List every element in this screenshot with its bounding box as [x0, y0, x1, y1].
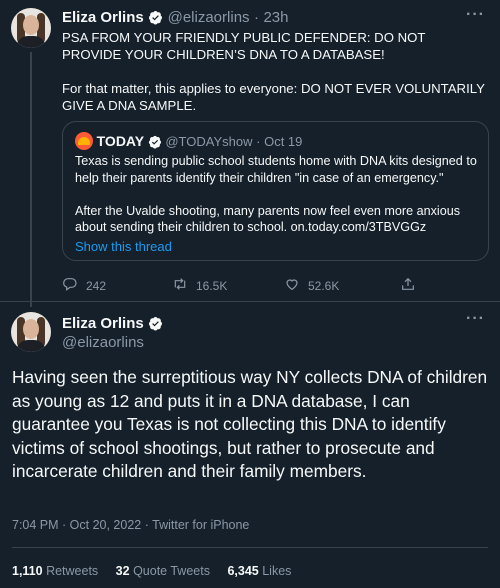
likes-label: Likes: [262, 564, 292, 578]
tweet-parent[interactable]: Eliza Orlins @elizaorlins · 23h ··· PSA …: [0, 0, 500, 307]
likes-count: 6,345: [227, 564, 259, 578]
retweet-button[interactable]: 16.5K: [172, 276, 227, 295]
separator-dot: ·: [256, 134, 261, 149]
quotes-stat[interactable]: 32 Quote Tweets: [116, 564, 210, 578]
reply-button[interactable]: 242: [62, 276, 106, 295]
more-options-icon[interactable]: ···: [466, 310, 485, 328]
quoted-author-name: TODAY: [96, 133, 145, 149]
author-name[interactable]: Eliza Orlins: [62, 315, 144, 332]
quoted-paragraph: Texas is sending public school students …: [75, 154, 477, 185]
quoted-tweet-header: TODAY @TODAYshow · Oct 19: [75, 132, 302, 152]
author-name-row: Eliza Orlins: [62, 315, 163, 336]
verified-badge-icon: [148, 316, 163, 336]
quoted-tweet-date: Oct 19: [264, 134, 303, 149]
avatar[interactable]: [11, 312, 51, 352]
author-handle[interactable]: @elizaorlins: [168, 9, 250, 26]
tweet-paragraph: For that matter, this applies to everyon…: [62, 81, 485, 113]
like-count: 52.6K: [308, 278, 340, 293]
retweets-stat[interactable]: 1,110 Retweets: [12, 564, 98, 578]
retweet-count: 16.5K: [196, 278, 228, 293]
likes-stat[interactable]: 6,345 Likes: [227, 564, 291, 578]
show-thread-link[interactable]: Show this thread: [75, 239, 172, 254]
tweet-stats: 1,110 Retweets 32 Quote Tweets 6,345 Lik…: [12, 564, 305, 578]
stats-divider: [12, 547, 488, 548]
thread-connector-line: [30, 52, 32, 307]
reply-icon: [62, 276, 78, 295]
tweet-text: PSA FROM YOUR FRIENDLY PUBLIC DEFENDER: …: [62, 29, 487, 131]
separator-dot: ·: [253, 9, 259, 26]
verified-badge-icon: [148, 135, 162, 152]
tweet-text: Having seen the surreptitious way NY col…: [12, 367, 488, 482]
share-icon: [400, 276, 416, 295]
author-name[interactable]: Eliza Orlins: [62, 9, 144, 26]
share-button[interactable]: [400, 276, 416, 295]
reply-count: 242: [86, 278, 107, 293]
quoted-tweet-text: Texas is sending public school students …: [75, 153, 480, 252]
retweets-count: 1,110: [12, 564, 43, 578]
tweet-focused: Eliza Orlins @elizaorlins ··· Having see…: [0, 302, 500, 588]
retweets-label: Retweets: [46, 564, 99, 578]
retweet-icon: [172, 276, 188, 295]
tweet-time[interactable]: 23h: [263, 9, 288, 26]
avatar[interactable]: [11, 8, 51, 48]
tweet-paragraph: PSA FROM YOUR FRIENDLY PUBLIC DEFENDER: …: [62, 30, 426, 62]
tweet-actions-bar: 242 16.5K 52.6K: [62, 276, 442, 294]
heart-icon: [284, 276, 300, 295]
tweet-timestamp[interactable]: 7:04 PM · Oct 20, 2022 · Twitter for iPh…: [12, 518, 249, 532]
quotes-count: 32: [115, 564, 130, 578]
verified-badge-icon: [148, 10, 163, 30]
tweet-header: Eliza Orlins @elizaorlins · 23h: [62, 9, 288, 30]
like-button[interactable]: 52.6K: [284, 276, 339, 295]
today-logo-icon: [75, 132, 93, 150]
author-handle[interactable]: @elizaorlins: [62, 334, 144, 351]
more-options-icon[interactable]: ···: [466, 6, 485, 24]
quotes-label: Quote Tweets: [133, 564, 210, 578]
quoted-tweet-card[interactable]: TODAY @TODAYshow · Oct 19 Texas is sendi…: [62, 121, 489, 261]
quoted-paragraph: After the Uvalde shooting, many parents …: [75, 203, 461, 235]
quoted-author-handle: @TODAYshow: [165, 134, 253, 149]
